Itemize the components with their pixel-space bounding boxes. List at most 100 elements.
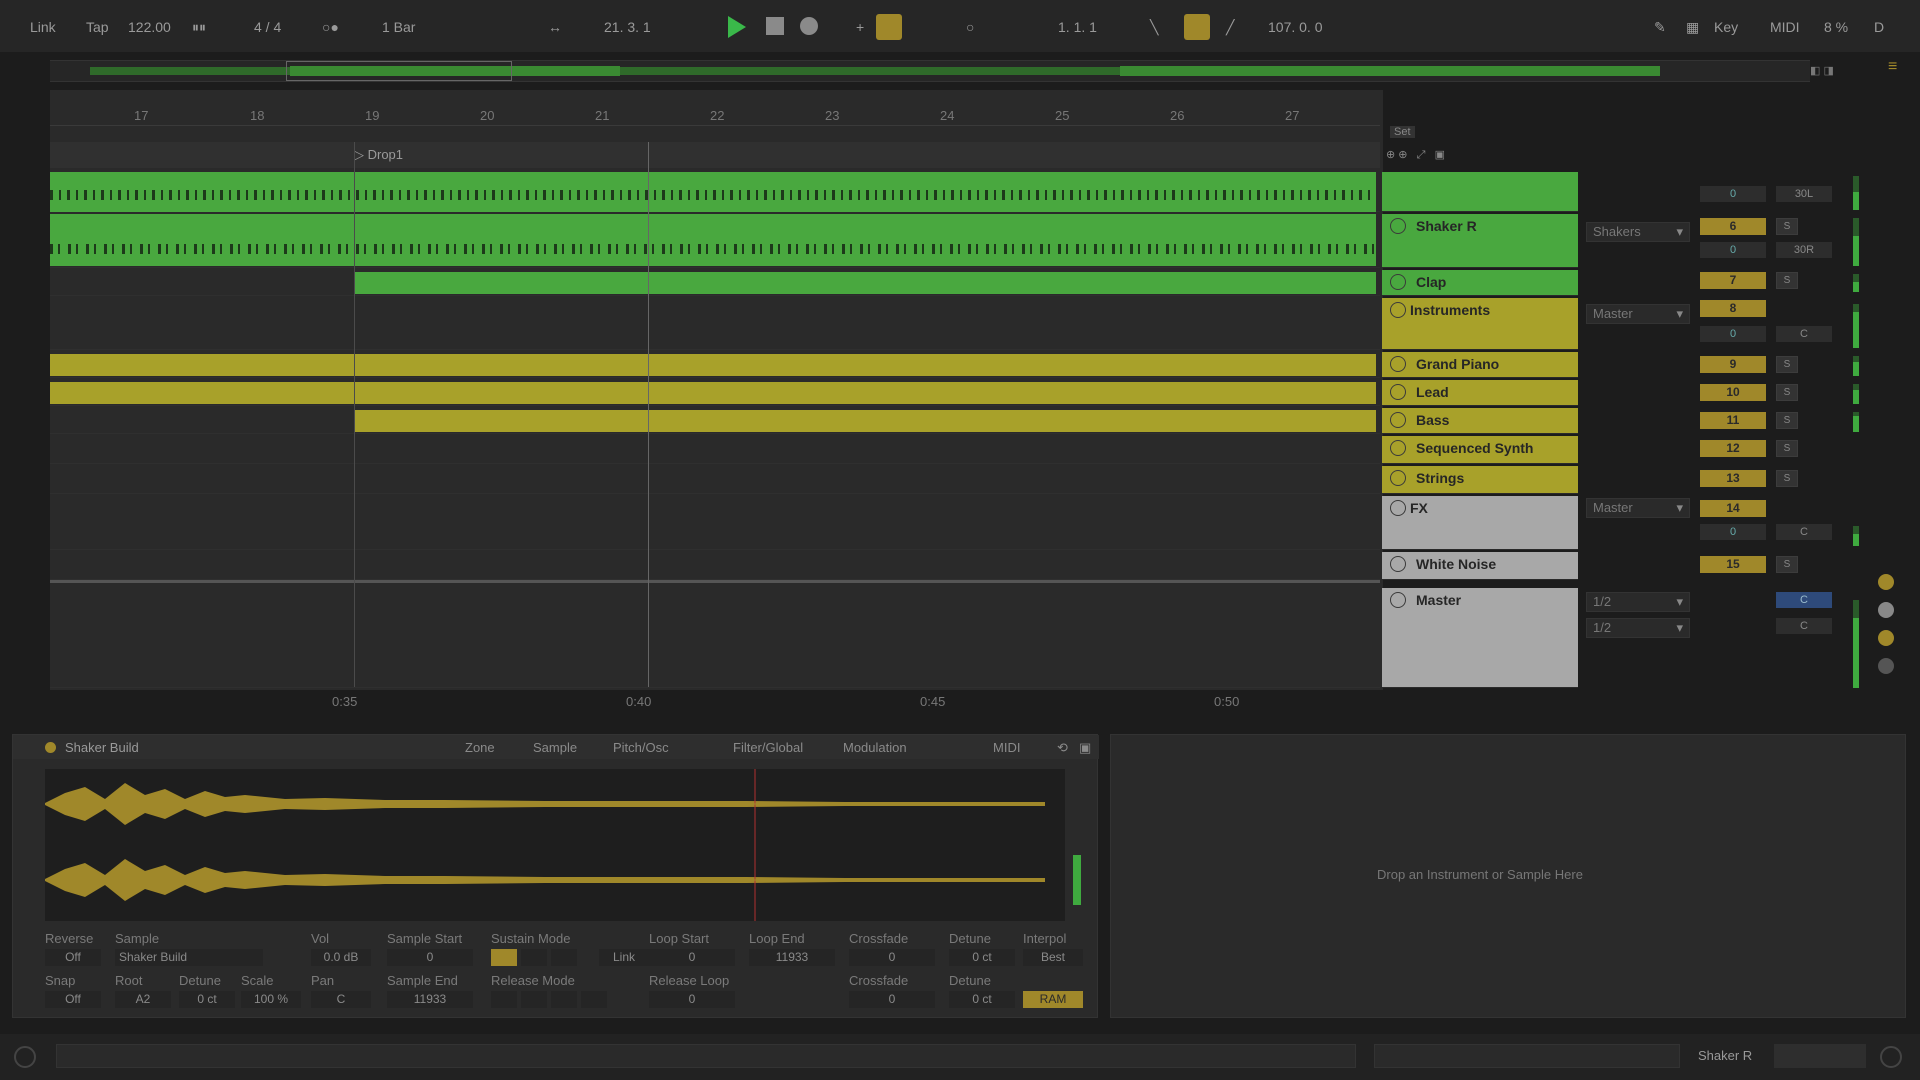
follow-icon[interactable]: ↔ [548,18,562,36]
save-preset-icon[interactable]: ▣ [1079,740,1091,756]
device-activator-icon[interactable] [45,742,56,753]
record-button[interactable] [800,17,818,35]
release-mode-loop-button[interactable] [551,991,577,1008]
audio-clip[interactable] [50,214,1376,266]
draw-mode-icon[interactable]: ✎ [1654,18,1666,36]
track-number[interactable]: 7 [1700,272,1766,289]
solo-button[interactable]: S [1776,470,1798,487]
tempo-field[interactable]: 122.00 [128,18,171,36]
track-number[interactable]: 13 [1700,470,1766,487]
group-fold-icon[interactable] [1390,500,1406,516]
automation-arm-button[interactable] [876,14,902,40]
sample-waveform[interactable] [45,769,1065,921]
detail-view-icon[interactable] [1880,1046,1902,1068]
solo-button[interactable]: S [1776,440,1798,457]
tab-filter-global[interactable]: Filter/Global [733,740,803,755]
cue-pan-field[interactable]: C [1776,618,1832,634]
overdub-icon[interactable]: + [856,18,864,36]
track-activator-icon[interactable] [1390,556,1406,572]
track-number[interactable]: 9 [1700,356,1766,373]
sample-name-field[interactable]: Shaker Build [115,949,263,966]
pan-field[interactable]: C [311,991,371,1008]
group-header-instruments[interactable]: Instruments [1382,298,1578,350]
metronome-icon[interactable]: ○● [322,18,339,36]
track-header-sequenced-synth[interactable]: Sequenced Synth [1382,436,1578,464]
master-out-select[interactable]: 1/2 [1586,618,1690,638]
solo-button[interactable]: S [1776,218,1798,235]
midi-clip[interactable] [50,354,1376,376]
track-number[interactable]: 12 [1700,440,1766,457]
track-activator-icon[interactable] [1390,440,1406,456]
detune-field[interactable]: 0 ct [179,991,235,1008]
nudge-icon[interactable]: ⏸⏸ [192,18,206,36]
track-activator-icon[interactable] [1390,356,1406,372]
pan-field[interactable]: 30L [1776,186,1832,202]
pan-field[interactable]: C [1776,524,1832,540]
lane-bass[interactable] [50,408,1380,434]
output-routing-select[interactable]: Shakers [1586,222,1690,242]
track-header-strings[interactable]: Strings [1382,466,1578,494]
interpolation-select[interactable]: Best [1023,949,1083,966]
crossfade-field[interactable]: 0 [849,949,935,966]
computer-keyboard-icon[interactable]: ▦ [1686,18,1699,36]
track-header-grand-piano[interactable]: Grand Piano [1382,352,1578,378]
quantize-menu[interactable]: 1 Bar [382,18,415,36]
track-activator-icon[interactable] [1390,384,1406,400]
loop-start-field[interactable]: 1. 1. 1 [1058,18,1097,36]
track-number[interactable]: 15 [1700,556,1766,573]
link-toggle[interactable]: Link [599,949,649,966]
punch-in-icon[interactable]: ╲ [1150,18,1158,36]
solo-button[interactable]: S [1776,384,1798,401]
scale-field[interactable]: 100 % [241,991,301,1008]
lane-shaker-l[interactable] [50,172,1380,212]
track-header-lead[interactable]: Lead [1382,380,1578,406]
key-map-button[interactable]: Key [1714,18,1738,36]
track-activator-icon[interactable] [1390,470,1406,486]
release-mode-off-button[interactable] [491,991,517,1008]
pan-field[interactable]: 30R [1776,242,1832,258]
lane-shaker-r[interactable] [50,214,1380,268]
detune-field[interactable]: 0 ct [949,991,1015,1008]
volume-field[interactable]: 0 [1700,326,1766,342]
arrangement-position[interactable]: 21. 3. 1 [604,18,651,36]
crossfade-field[interactable]: 0 [849,991,935,1008]
tap-button[interactable]: Tap [86,18,109,36]
detune-field[interactable]: 0 ct [949,949,1015,966]
track-activator-icon[interactable] [1390,412,1406,428]
lane-white-noise[interactable] [50,552,1380,580]
track-lane-overview[interactable] [1774,1044,1866,1068]
track-number[interactable]: 6 [1700,218,1766,235]
track-number[interactable]: 14 [1700,500,1766,517]
time-signature-field[interactable]: 4 / 4 [254,18,281,36]
arrangement-overview[interactable] [50,60,1810,82]
midi-map-button[interactable]: MIDI [1770,18,1800,36]
link-button[interactable]: Link [30,18,56,36]
lane-fx[interactable] [50,496,1380,550]
lane-strings[interactable] [50,466,1380,494]
track-header-master[interactable]: Master [1382,588,1578,688]
group-fold-icon[interactable] [1390,302,1406,318]
reverse-toggle[interactable]: Off [45,949,101,966]
snap-toggle[interactable]: Off [45,991,101,1008]
ram-mode-button[interactable]: RAM [1023,991,1083,1008]
loop-start-field[interactable]: 0 [649,949,735,966]
lane-lead[interactable] [50,380,1380,406]
locator-drop1[interactable]: ▷ Drop1 [354,147,403,163]
volume-field[interactable]: 0 [1700,524,1766,540]
track-header-shaker-r[interactable]: Shaker R [1382,214,1578,268]
loop-length-field[interactable]: 107. 0. 0 [1268,18,1323,36]
loop-record-icon[interactable]: ○ [966,18,974,36]
loop-end-field[interactable]: 11933 [749,949,835,966]
lane-grand-piano[interactable] [50,352,1380,378]
track-header-bass[interactable]: Bass [1382,408,1578,434]
hot-swap-icon[interactable]: ⟲ [1057,740,1068,756]
midi-clip[interactable] [50,382,1376,404]
lane-master[interactable] [50,584,1380,688]
play-button[interactable] [728,16,746,38]
track-header-clap[interactable]: Clap [1382,270,1578,296]
solo-button[interactable]: S [1776,412,1798,429]
track-activator-icon[interactable] [1390,592,1406,608]
solo-button[interactable]: S [1776,356,1798,373]
tab-sample[interactable]: Sample [533,740,577,755]
track-number[interactable]: 11 [1700,412,1766,429]
